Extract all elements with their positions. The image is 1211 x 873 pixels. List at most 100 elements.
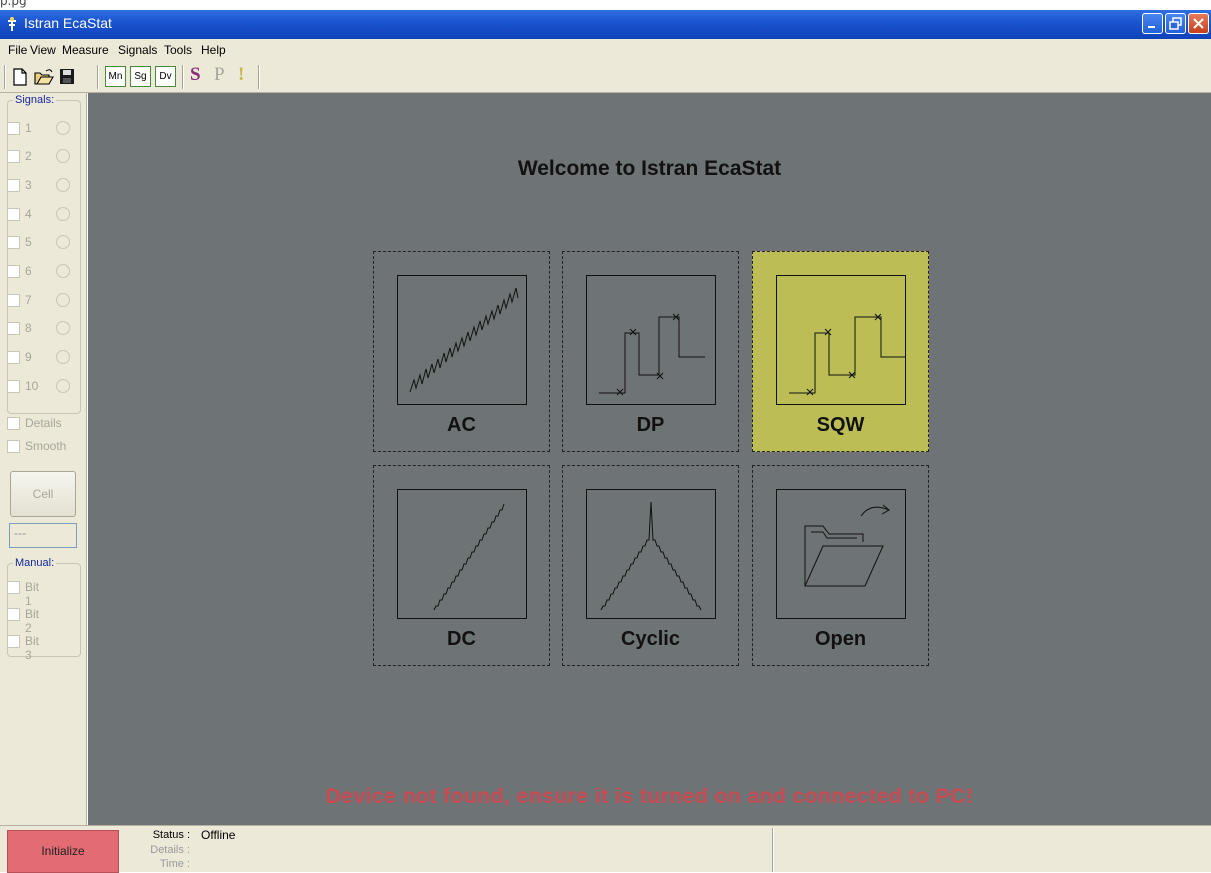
device-mode-button[interactable]: Dv — [155, 66, 176, 87]
details-checkbox[interactable] — [7, 417, 20, 430]
minimize-icon — [1148, 26, 1155, 28]
signal-1-radio[interactable] — [56, 121, 70, 135]
cyclic-label: Cyclic — [621, 628, 680, 650]
dc-ramp-icon — [433, 503, 505, 611]
manual-title: Manual: — [13, 557, 57, 569]
dc-tile[interactable]: DC — [373, 465, 550, 666]
signals-group: Signals: — [7, 94, 81, 414]
smooth-checkbox[interactable] — [7, 440, 20, 453]
device-warning: Device not found, ensure it is turned on… — [325, 785, 974, 808]
ac-icon-frame — [397, 275, 527, 405]
toolbar-separator — [97, 65, 99, 89]
bit-3-checkbox[interactable] — [7, 635, 20, 648]
bit-1-label: Bit 1 — [25, 580, 40, 608]
sqw-icon-frame — [776, 275, 906, 405]
restore-button[interactable] — [1165, 13, 1186, 34]
signal-3-radio[interactable] — [56, 178, 70, 192]
toolbar: Mn Sg Dv S P ! — [0, 61, 1211, 93]
menu-file[interactable]: File — [8, 43, 27, 57]
signal-6-radio[interactable] — [56, 264, 70, 278]
save-button[interactable] — [58, 67, 76, 87]
signal-4-radio[interactable] — [56, 207, 70, 221]
signal-10-checkbox[interactable] — [7, 380, 20, 393]
window-title: Istran EcaStat — [24, 15, 112, 31]
signal-mode-button[interactable]: Sg — [130, 66, 151, 87]
new-file-button[interactable] — [11, 67, 29, 87]
signal-7-label: 7 — [25, 293, 32, 307]
workspace: Welcome to Istran EcaStat AC DP SQW DC C… — [88, 93, 1211, 825]
signal-5-checkbox[interactable] — [7, 236, 20, 249]
cyclic-triangle-icon — [600, 501, 702, 611]
signal-10-label: 10 — [25, 379, 39, 393]
time-status-label: Time : — [159, 858, 190, 870]
close-icon — [1193, 18, 1204, 29]
cell-field[interactable]: --- — [9, 523, 77, 548]
signal-4-checkbox[interactable] — [7, 208, 20, 221]
signal-7-checkbox[interactable] — [7, 294, 20, 307]
initialize-button[interactable]: Initialize — [7, 830, 119, 873]
bit-1-checkbox[interactable] — [7, 581, 20, 594]
status-bar: Initialize Status : Offline Details : Ti… — [0, 825, 1211, 873]
signal-3-label: 3 — [25, 178, 32, 192]
open-tile[interactable]: Open — [752, 465, 929, 666]
signal-3-checkbox[interactable] — [7, 179, 20, 192]
signal-6-checkbox[interactable] — [7, 265, 20, 278]
close-button[interactable] — [1188, 13, 1209, 34]
details-label: Details — [25, 416, 62, 430]
signal-1-checkbox[interactable] — [7, 122, 20, 135]
signal-7-radio[interactable] — [56, 293, 70, 307]
save-disk-icon — [60, 69, 74, 84]
signal-2-label: 2 — [25, 149, 32, 163]
signal-10-radio[interactable] — [56, 379, 70, 393]
new-file-icon — [13, 68, 27, 86]
bit-2-checkbox[interactable] — [7, 608, 20, 621]
signal-2-radio[interactable] — [56, 149, 70, 163]
signal-2-checkbox[interactable] — [7, 150, 20, 163]
menu-signals[interactable]: Signals — [118, 43, 157, 57]
dp-waveform-icon — [599, 313, 705, 396]
bit-3-label: Bit 3 — [25, 634, 40, 662]
menu-measure[interactable]: Measure — [62, 43, 109, 57]
ac-waveform-icon — [409, 287, 519, 393]
signal-9-radio[interactable] — [56, 350, 70, 364]
details-status-label: Details : — [150, 844, 190, 856]
open-folder-button[interactable] — [33, 67, 55, 87]
ac-tile[interactable]: AC — [373, 251, 550, 452]
signal-6-label: 6 — [25, 264, 32, 278]
toolbar-separator — [182, 65, 184, 89]
menu-bar: File View Measure Signals Tools Help — [0, 39, 1211, 61]
signal-8-checkbox[interactable] — [7, 322, 20, 335]
signal-8-label: 8 — [25, 321, 32, 335]
signal-9-checkbox[interactable] — [7, 351, 20, 364]
bit-2-label: Bit 2 — [25, 607, 40, 635]
signal-8-radio[interactable] — [56, 321, 70, 335]
cell-button[interactable]: Cell — [10, 471, 76, 517]
open-folder-icon — [34, 69, 54, 85]
signal-5-radio[interactable] — [56, 235, 70, 249]
minimize-button[interactable] — [1142, 13, 1163, 34]
menu-tools[interactable]: Tools — [164, 43, 192, 57]
sqw-label: SQW — [816, 414, 865, 436]
alert-button[interactable]: ! — [238, 64, 244, 86]
start-button[interactable]: S — [190, 64, 201, 86]
monitor-mode-button[interactable]: Mn — [105, 66, 126, 87]
welcome-heading: Welcome to Istran EcaStat — [517, 157, 782, 180]
toolbar-grip — [4, 65, 6, 89]
signal-9-label: 9 — [25, 350, 32, 364]
left-panel: Signals: 1 2 3 4 5 6 7 8 9 10 Details Sm… — [0, 93, 87, 825]
dp-tile[interactable]: DP — [562, 251, 739, 452]
open-label: Open — [814, 628, 867, 650]
dp-icon-frame — [586, 275, 716, 405]
sqw-tile[interactable]: SQW — [752, 251, 929, 452]
open-icon-frame — [776, 489, 906, 619]
title-bar: Istran EcaStat — [0, 10, 1211, 39]
menu-help[interactable]: Help — [201, 43, 226, 57]
dc-icon-frame — [397, 489, 527, 619]
status-value: Offline — [201, 828, 236, 842]
pause-button[interactable]: P — [214, 64, 225, 86]
cyclic-tile[interactable]: Cyclic — [562, 465, 739, 666]
smooth-label: Smooth — [25, 439, 67, 453]
top-strip-text: p.pg — [0, 0, 27, 8]
menu-view[interactable]: View — [30, 43, 56, 57]
signal-1-label: 1 — [25, 121, 32, 135]
